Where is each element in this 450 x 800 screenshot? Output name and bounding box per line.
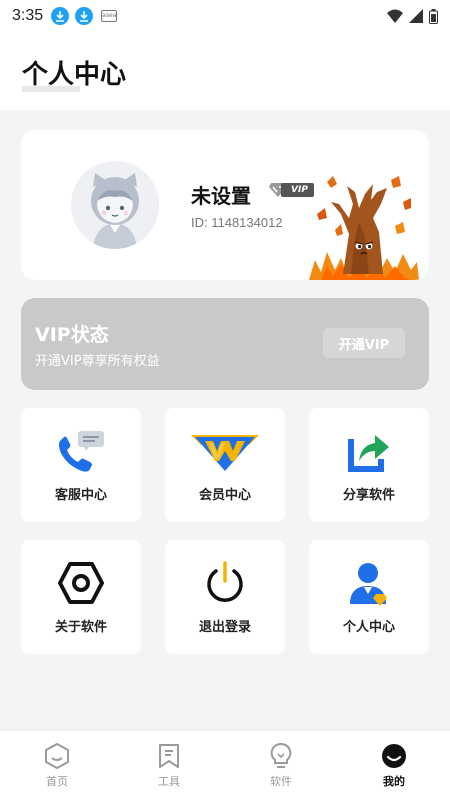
- username: 未设置: [191, 184, 251, 208]
- app-notification-icon: asea: [101, 10, 118, 22]
- battery-icon: [429, 8, 438, 24]
- bottom-nav: 首页 工具 软件 我的: [0, 730, 450, 800]
- nav-label: 工具: [158, 775, 180, 788]
- bookmark-icon: [159, 744, 179, 768]
- status-time: 3:35: [12, 7, 44, 24]
- menu-tile-label: 分享软件: [342, 488, 395, 503]
- nav-item-home[interactable]: 首页: [27, 741, 87, 797]
- customer-service-icon: [59, 431, 104, 472]
- avatar[interactable]: [71, 161, 159, 249]
- vip-status-banner[interactable]: VIP状态 开通VIP尊享所有权益 开通VIP: [21, 298, 429, 390]
- nav-label: 我的: [383, 775, 405, 788]
- menu-tile-about[interactable]: 关于软件: [21, 540, 141, 654]
- page-title: 个人中心: [22, 60, 127, 90]
- share-icon: [348, 435, 389, 472]
- download-icon: [51, 7, 70, 25]
- signal-icon: [409, 9, 423, 23]
- menu-tile-logout[interactable]: 退出登录: [165, 540, 285, 654]
- open-vip-button[interactable]: 开通VIP: [323, 328, 405, 358]
- menu-tile-share[interactable]: 分享软件: [309, 408, 429, 522]
- nav-label: 软件: [270, 775, 292, 788]
- menu-tile-vip-center[interactable]: 会员中心: [165, 408, 285, 522]
- wifi-icon: [387, 9, 403, 23]
- menu-tile-profile[interactable]: 个人中心: [309, 540, 429, 654]
- vip-status-subtitle: 开通VIP尊享所有权益: [35, 354, 160, 369]
- nav-item-tools[interactable]: 工具: [139, 741, 199, 797]
- menu-tile-label: 会员中心: [198, 488, 251, 503]
- vip-crown-icon: [191, 435, 259, 471]
- vip-status-title: VIP状态: [35, 324, 109, 346]
- menu-tile-label: 退出登录: [198, 620, 251, 635]
- profile-card[interactable]: 未设置 VIP ID: 1148134012: [21, 130, 429, 280]
- smiley-icon: [382, 744, 406, 768]
- nav-label: 首页: [46, 775, 68, 788]
- nav-item-mine[interactable]: 我的: [364, 741, 424, 797]
- download-icon: [75, 7, 94, 25]
- lightbulb-icon: [270, 742, 292, 768]
- cat-avatar-icon: [71, 161, 159, 249]
- menu-tile-label: 个人中心: [342, 620, 395, 635]
- status-bar: 3:35 asea: [0, 0, 450, 32]
- home-hexagon-icon: [45, 743, 69, 769]
- nav-item-software[interactable]: 软件: [251, 741, 311, 797]
- user-profile-icon: [350, 563, 387, 606]
- hexagon-nut-icon: [58, 562, 104, 604]
- tree-mascot-illustration: [309, 176, 419, 280]
- menu-tile-customer-service[interactable]: 客服中心: [21, 408, 141, 522]
- user-id: ID: 1148134012: [191, 215, 283, 230]
- power-icon: [207, 561, 243, 602]
- menu-tile-label: 客服中心: [54, 488, 107, 503]
- menu-tile-label: 关于软件: [54, 620, 107, 635]
- page-header: 个人中心: [0, 32, 450, 110]
